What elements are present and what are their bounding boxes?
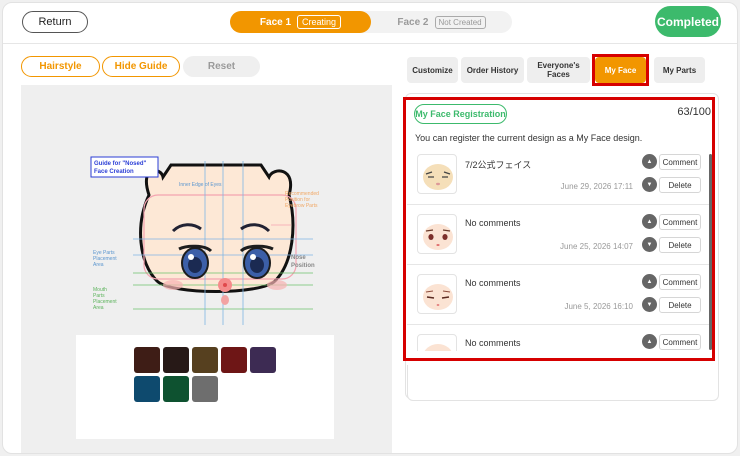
header-divider (3, 43, 737, 44)
face1-label: Face 1 (259, 16, 292, 28)
guide-nose-line2: Position (291, 263, 315, 269)
guide-mouth-line4: Area (93, 305, 104, 311)
reset-button[interactable]: Reset (183, 56, 260, 77)
tab-face-1[interactable]: Face 1 Creating (230, 11, 371, 33)
my-face-panel-footer (407, 365, 719, 401)
color-swatch[interactable] (192, 376, 218, 402)
return-button[interactable]: Return (22, 11, 88, 33)
guide-title-line1: Guide for "Nosed" (94, 161, 147, 167)
color-swatch[interactable] (134, 376, 160, 402)
color-swatch[interactable] (134, 347, 160, 373)
guide-eye-area-line3: Area (93, 262, 104, 268)
tab-face-2[interactable]: Face 2 Not Created (371, 11, 512, 33)
hairstyle-button[interactable]: Hairstyle (21, 56, 100, 77)
face2-status-badge: Not Created (434, 15, 486, 29)
tab-everyones-faces-line1: Everyone's (537, 61, 580, 70)
guide-nose-line1: Nose (291, 255, 306, 261)
color-swatch-panel (76, 335, 334, 439)
face1-status-badge: Creating (297, 15, 342, 29)
color-swatch[interactable] (192, 347, 218, 373)
color-swatch[interactable] (163, 347, 189, 373)
color-swatch[interactable] (221, 347, 247, 373)
face2-label: Face 2 (397, 16, 429, 28)
guide-eyebrow-line3: Eyebrow Parts (285, 203, 318, 209)
tab-everyones-faces[interactable]: Everyone's Faces (527, 57, 590, 83)
completed-button[interactable]: Completed (655, 6, 721, 37)
tab-customize[interactable]: Customize (407, 57, 458, 83)
face-tabs: Face 1 Creating Face 2 Not Created (230, 11, 512, 33)
hide-guide-button[interactable]: Hide Guide (102, 56, 180, 77)
tab-my-parts[interactable]: My Parts (654, 57, 705, 83)
color-swatch[interactable] (250, 347, 276, 373)
face-preview[interactable]: Guide for "Nosed" Face Creation Inner Ed… (21, 85, 392, 335)
guide-title-line2: Face Creation (94, 169, 134, 175)
my-face-list-highlight (403, 97, 715, 361)
tab-order-history[interactable]: Order History (461, 57, 524, 83)
tab-everyones-faces-line2: Faces (547, 70, 570, 79)
my-face-tab-highlight (592, 54, 649, 86)
color-swatch[interactable] (163, 376, 189, 402)
face-preview-area: Guide for "Nosed" Face Creation Inner Ed… (21, 85, 392, 453)
guide-inner-edge: Inner Edge of Eyes (179, 182, 222, 188)
app-frame: Return Face 1 Creating Face 2 Not Create… (2, 2, 738, 454)
